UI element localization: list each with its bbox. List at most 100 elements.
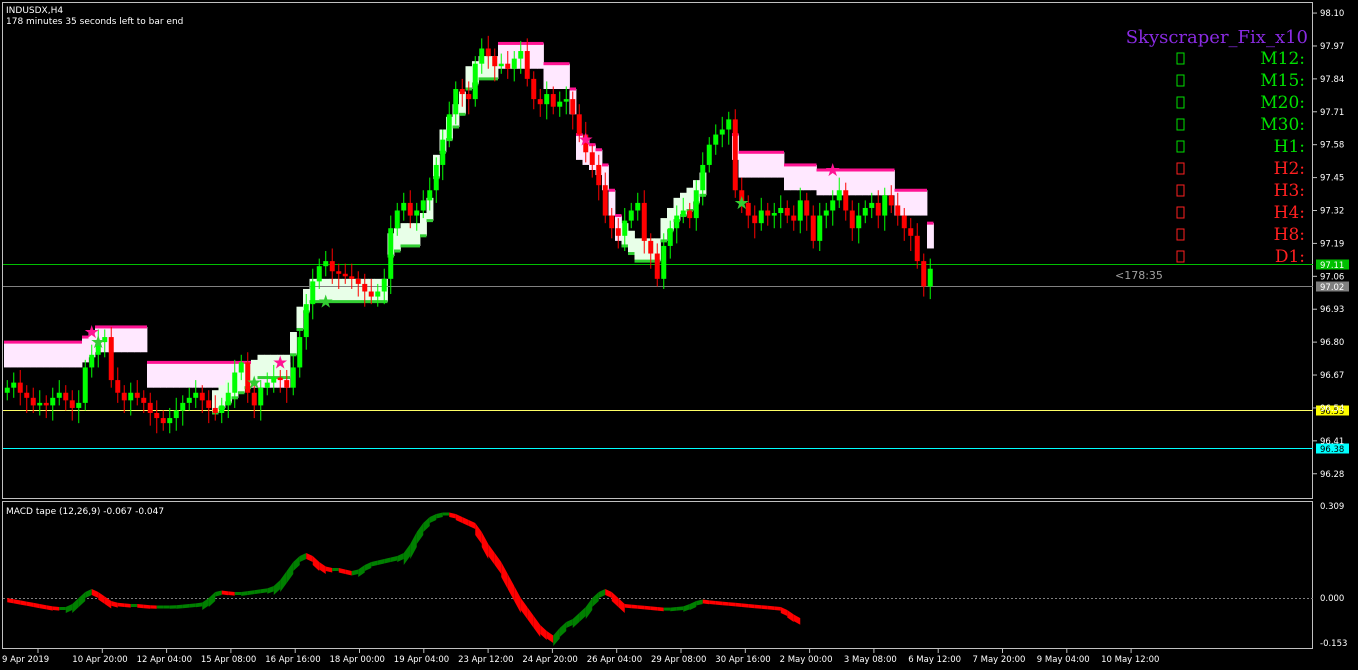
upper-band-fill [199,362,206,388]
candle-body [394,210,400,229]
symbol-label: INDUSDX,H4 [6,6,63,16]
macd-label: MACD tape (12,26,9) -0.067 -0.047 [6,507,164,517]
macd-tape-segment [754,604,762,609]
candle-body [869,202,875,208]
price-axis-label: 96.28 [1320,470,1344,480]
upper-band-fill [4,342,11,368]
price-axis-label: 96.93 [1320,305,1344,315]
macd-axis-label: -0.153 [1320,639,1347,649]
candle-body [342,273,348,277]
upper-band-fill [205,362,213,388]
macd-tape-segment [624,604,632,609]
upper-band-fill [914,190,921,216]
upper-band-fill [797,164,804,191]
candle-body [225,392,231,406]
upper-band-fill [816,170,824,196]
signal-star-icon: ★ [318,292,334,313]
price-level-tag-label: 97.02 [1320,283,1344,293]
candle-body [479,48,485,64]
candle-body [284,380,290,388]
candle-body [615,228,621,236]
bar-countdown: <178:35 [1115,269,1163,282]
bar-timer-label: 178 minutes 35 seconds left to bar end [6,17,183,27]
macd-axis-label: 0.309 [1320,502,1344,512]
candle-body [160,418,166,424]
candle-body [485,48,491,57]
candle-body [446,114,452,140]
price-axis-label: 97.45 [1320,174,1344,184]
upper-band-fill [30,342,37,368]
macd-tape-segment [728,602,736,607]
candle-body [518,51,524,59]
upper-band-fill [745,152,752,178]
macd-tape-segment [163,605,170,609]
time-axis-label: 7 May 20:00 [973,655,1026,665]
upper-band-fill [153,362,161,388]
candle-body [167,418,173,424]
macd-tape-segment [663,607,671,611]
price-axis-label: 97.06 [1320,272,1344,282]
macd-tape-segment [767,605,775,610]
lower-band-fill [296,306,304,330]
upper-band-fill [550,63,557,89]
candle-body [804,200,810,216]
lower-band-fill [400,223,408,246]
price-axis-label: 97.58 [1320,141,1344,151]
candle-body [914,235,920,262]
candle-body [108,337,114,381]
upper-band-fill [803,164,811,191]
price-axis-label: 97.32 [1320,207,1344,217]
lower-band-fill [628,230,635,254]
candle-body [349,276,355,279]
indicator-title: Skyscraper_Fix_x10 [1126,27,1308,48]
time-axis-label: 23 Apr 12:00 [458,655,513,665]
time-axis-label: 9 Apr 2019 [2,655,49,665]
candle-body [219,405,225,413]
macd-tape-segment [709,600,716,605]
candle-body [797,200,803,221]
candle-body [232,372,238,393]
candle-body [843,190,849,211]
upper-band-fill [810,164,817,191]
candle-body [719,129,725,135]
price-chart[interactable]: 97.1197.0296.5396.38 ★★★★★★★★ 98.1097.97… [0,0,1358,670]
candle-body [700,164,706,191]
time-axis-label: 10 Apr 20:00 [72,655,127,665]
macd-tape-segment [234,592,242,595]
macd-tape-segment [130,604,138,607]
candle-body [908,228,914,236]
upper-band-fill [563,63,570,89]
upper-band-fill [140,326,148,353]
candle-body [862,207,868,216]
candle-body [89,354,95,368]
candle-body [277,377,283,381]
candle-body [251,392,257,406]
time-axis-label: 6 May 12:00 [908,655,961,665]
candle-body [206,400,212,408]
timeframe-label: M12: [1260,49,1305,69]
macd-tape-segment [715,601,723,606]
candle-body [596,164,602,186]
macd-tape-segment [631,604,638,609]
candle-body [173,410,179,419]
candle-body [622,220,628,236]
candle-body [134,392,140,398]
candle-body [427,190,433,201]
time-axis-label: 24 Apr 20:00 [522,655,577,665]
upper-band-fill [537,43,544,69]
upper-band-fill [777,152,785,178]
candle-body [121,392,127,401]
candle-body [115,380,121,393]
macd-tape-segment [657,607,664,612]
candle-body [713,134,719,145]
price-axis-label: 97.19 [1320,239,1344,249]
candle-body [368,291,374,297]
upper-band-fill [186,362,193,388]
time-axis-label: 19 Apr 04:00 [394,655,449,665]
candle-body [570,99,576,115]
candle-body [544,94,550,105]
candle-body [271,377,277,383]
candle-body [63,392,69,401]
time-axis-label: 30 Apr 16:00 [715,655,770,665]
candle-body [466,94,472,100]
